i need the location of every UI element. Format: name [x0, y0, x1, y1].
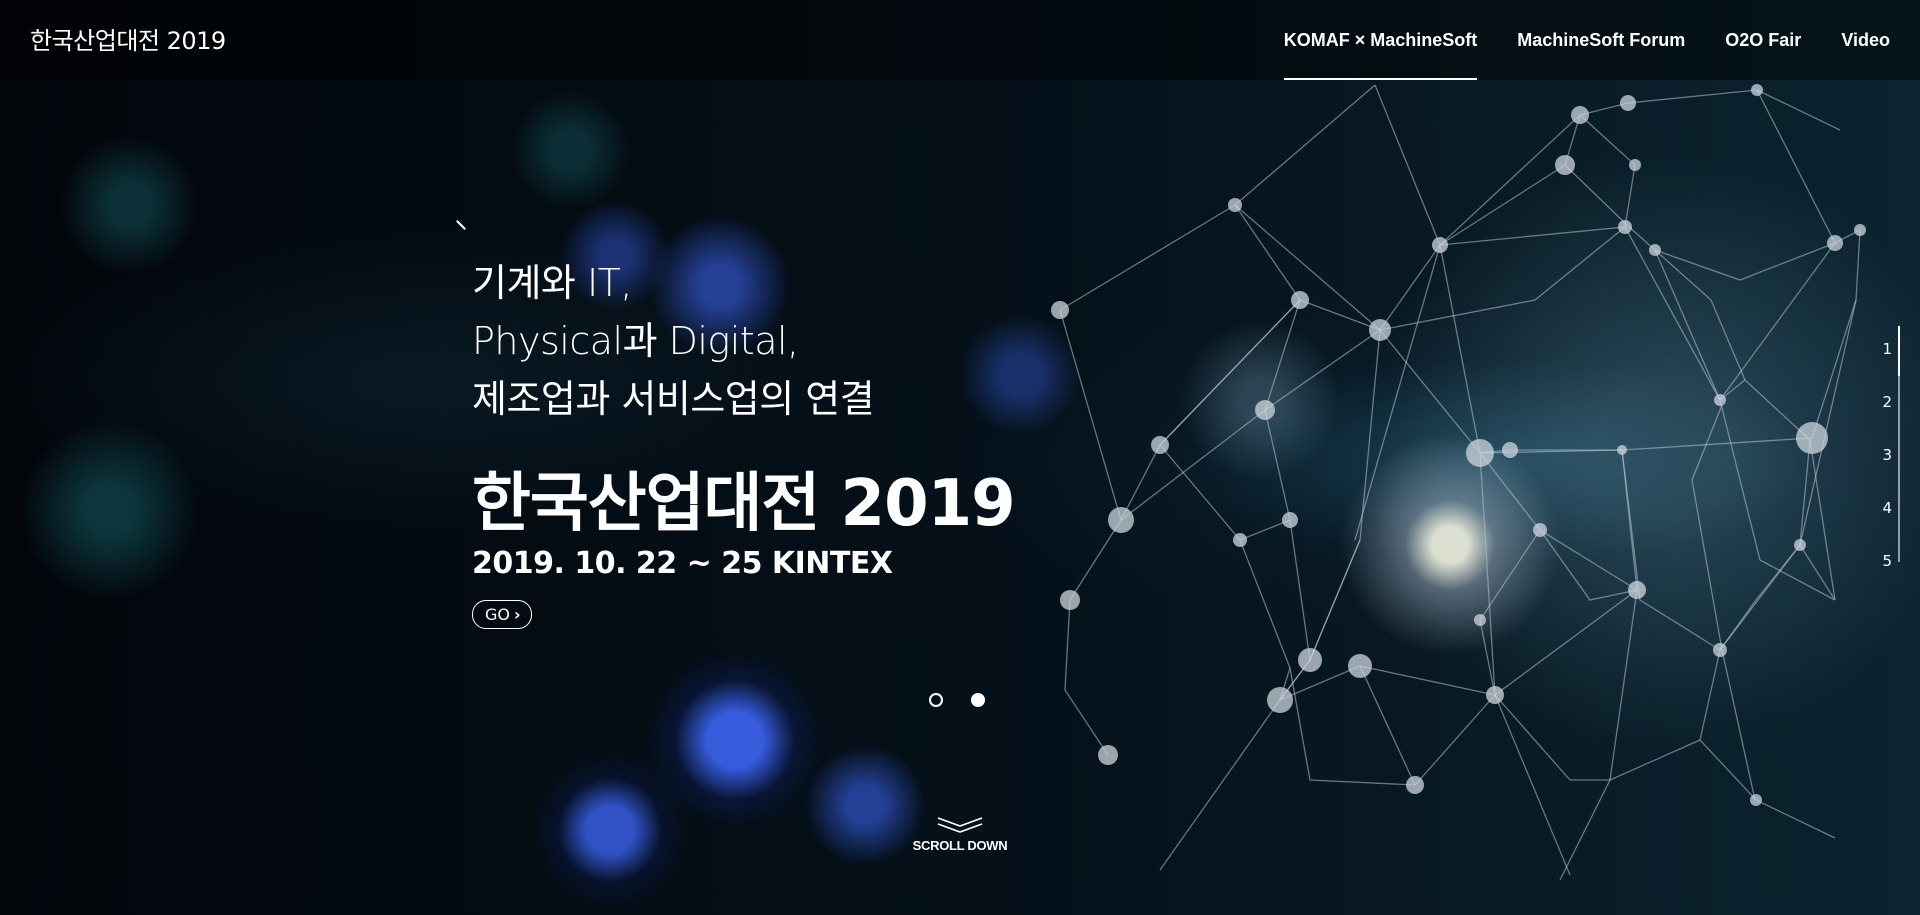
scroll-down-label: SCROLL DOWN	[912, 838, 1008, 853]
pager-item-4[interactable]: 4	[1850, 498, 1892, 518]
event-date: 2019. 10. 22 ~ 25 KINTEX	[472, 546, 893, 581]
double-chevron-down-icon	[937, 817, 983, 833]
pager-item-1[interactable]: 1	[1850, 339, 1892, 359]
slider-dot-1[interactable]	[929, 693, 943, 707]
tagline-line-2: Physical과 Digital,	[472, 319, 799, 363]
chevron-right-icon: ›	[514, 604, 521, 624]
section-pager: 1 2 3 4 5	[1850, 326, 1920, 570]
go-button-label: GO	[485, 605, 510, 624]
hero-copy: 기계와 IT, Physical과 Digital, 제조업과 서비스업의 연결…	[472, 254, 1092, 629]
pager-item-2[interactable]: 2	[1850, 392, 1892, 412]
pager-item-5[interactable]: 5	[1850, 551, 1892, 571]
slider-dot-2[interactable]	[971, 693, 985, 707]
tagline-line-3: 제조업과 서비스업의 연결	[472, 377, 875, 421]
hero-title: 한국산업대전 2019	[472, 467, 1016, 541]
pager-item-3[interactable]: 3	[1850, 445, 1892, 465]
site-header: 한국산업대전 2019 KOMAF × MachineSoft MachineS…	[0, 0, 1920, 80]
nav-item-komaf-machinesoft[interactable]: KOMAF × MachineSoft	[1283, 0, 1477, 80]
main-nav: KOMAF × MachineSoft MachineSoft Forum O2…	[1244, 0, 1890, 80]
tagline-line-1: 기계와 IT,	[472, 261, 632, 305]
scroll-down-button[interactable]: SCROLL DOWN	[900, 815, 1020, 853]
nav-item-o2o-fair[interactable]: O2O Fair	[1725, 0, 1801, 80]
nav-item-machinesoft-forum[interactable]: MachineSoft Forum	[1517, 0, 1685, 80]
nav-item-video[interactable]: Video	[1841, 0, 1890, 80]
pager-active-indicator	[1898, 326, 1900, 376]
site-logo[interactable]: 한국산업대전 2019	[30, 24, 226, 58]
go-button[interactable]: GO ›	[472, 600, 532, 629]
slider-dots	[929, 693, 985, 707]
